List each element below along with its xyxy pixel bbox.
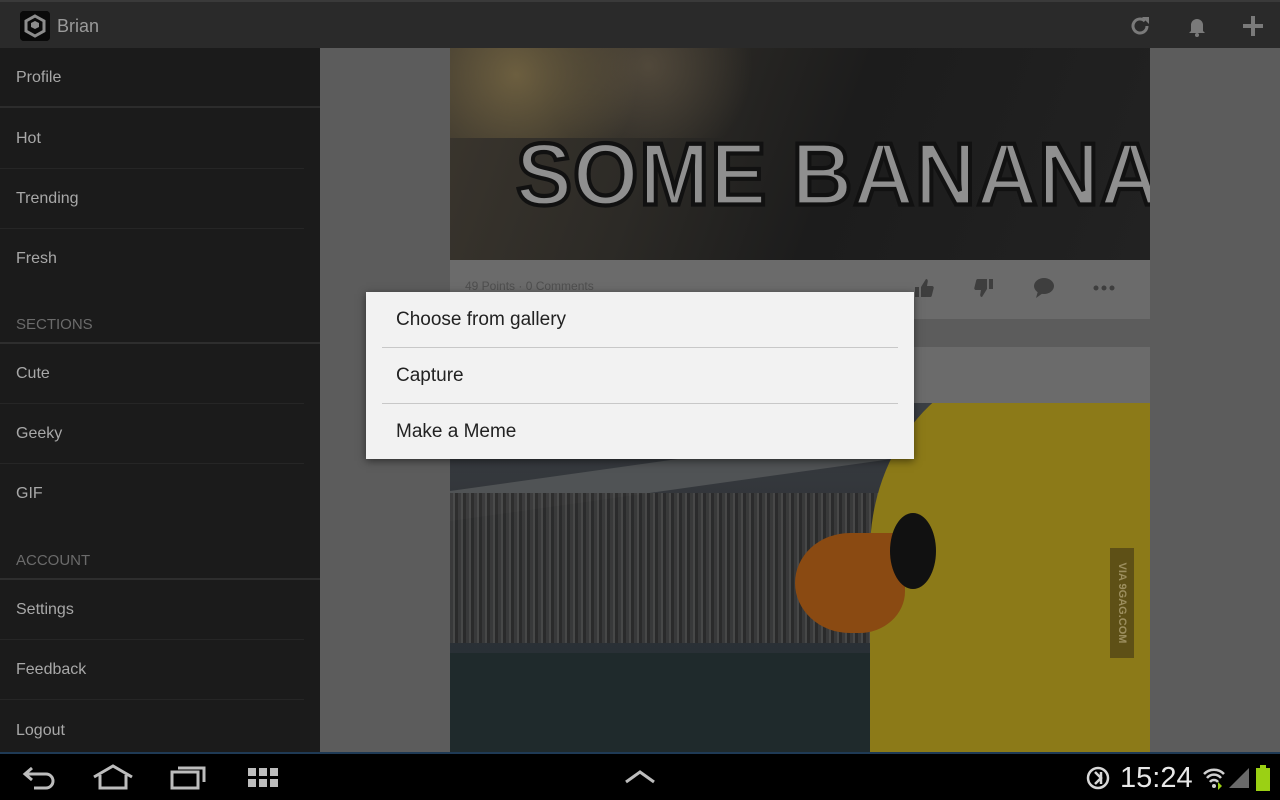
meme-caption: SOME BANANA [514, 123, 1150, 226]
divider [0, 106, 320, 108]
status-clock: 15:24 [1120, 762, 1193, 794]
watermark: VIA 9GAG.COM [1110, 548, 1134, 658]
account-header: ACCOUNT [16, 552, 91, 569]
image-background [450, 653, 910, 752]
app-logo-icon[interactable] [20, 11, 50, 41]
screen: Brian Profile Hot Trending Fresh SECTION… [0, 0, 1280, 800]
drawer-item-hot[interactable]: Hot [0, 109, 320, 169]
battery-icon [1256, 765, 1270, 796]
username-label[interactable]: Brian [57, 16, 99, 37]
signal-icon [1229, 768, 1249, 793]
wifi-icon [1203, 766, 1225, 795]
capture-option[interactable]: Capture [366, 348, 914, 404]
drawer-item-feedback[interactable]: Feedback [0, 640, 320, 700]
post-meta: 49 Points · 0 Comments [465, 279, 594, 293]
drawer-item-label: Cute [16, 365, 50, 382]
drawer-item-label: Geeky [16, 425, 63, 442]
drawer-item-profile[interactable]: Profile [0, 48, 320, 108]
drawer-item-gif[interactable]: GIF [0, 464, 320, 524]
data-saver-icon [1086, 766, 1110, 795]
upvote-icon[interactable] [912, 276, 936, 300]
more-options-icon[interactable] [1092, 276, 1116, 300]
choose-from-gallery-option[interactable]: Choose from gallery [366, 292, 914, 348]
divider [0, 699, 304, 700]
drawer-item-geeky[interactable]: Geeky [0, 404, 320, 464]
back-icon[interactable] [22, 764, 56, 795]
downvote-icon[interactable] [972, 276, 996, 300]
app-grid-icon[interactable] [248, 764, 280, 795]
post-card[interactable]: SOME BANANA 49 Points · 0 Comments [450, 48, 1150, 319]
drawer-item-trending[interactable]: Trending [0, 169, 320, 229]
drawer-item-label: Feedback [16, 661, 87, 678]
recent-apps-icon[interactable] [170, 764, 206, 795]
drawer-item-label: Profile [16, 69, 62, 86]
drawer-item-label: GIF [16, 485, 43, 502]
drawer-item-label: Logout [16, 722, 65, 739]
home-icon[interactable] [92, 764, 134, 795]
refresh-icon[interactable] [1128, 14, 1152, 38]
drawer-item-label: Hot [16, 130, 41, 147]
system-bar: 15:24 [0, 752, 1280, 800]
add-icon[interactable] [1241, 14, 1265, 38]
drawer-item-settings[interactable]: Settings [0, 580, 320, 640]
drawer-item-cute[interactable]: Cute [0, 344, 320, 404]
post-image[interactable]: SOME BANANA [450, 48, 1150, 260]
post-actions [900, 268, 1150, 308]
drawer-item-label: Settings [16, 601, 74, 618]
duck-beak [795, 533, 905, 633]
action-bar: Brian [0, 0, 1280, 48]
drawer-item-fresh[interactable]: Fresh [0, 229, 320, 289]
watermark-text: VIA 9GAG.COM [1116, 562, 1128, 644]
drawer-item-label: Fresh [16, 250, 57, 267]
sections-header: SECTIONS [16, 316, 93, 333]
navigation-drawer: Profile Hot Trending Fresh SECTIONS Cute… [0, 48, 320, 752]
drawer-item-label: Trending [16, 190, 79, 207]
upload-options-dialog: Choose from gallery Capture Make a Meme [366, 292, 914, 459]
comment-icon[interactable] [1032, 276, 1056, 300]
make-a-meme-option[interactable]: Make a Meme [366, 404, 914, 460]
duck-eye [890, 513, 936, 589]
notification-bell-icon[interactable] [1185, 14, 1209, 38]
chevron-up-icon[interactable] [624, 764, 656, 795]
